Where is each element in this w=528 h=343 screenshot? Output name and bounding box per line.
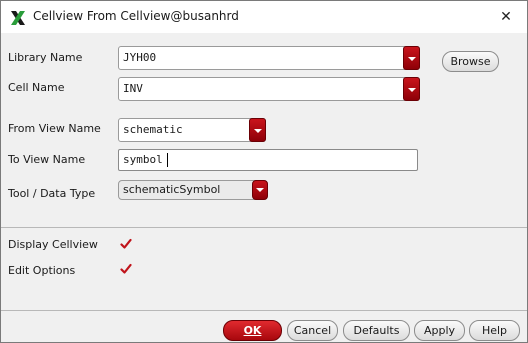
checkmark-icon — [120, 238, 132, 249]
title-bar: Cellview From Cellview@busanhrd ✕ — [1, 1, 527, 33]
edit-options-checkbox[interactable] — [120, 263, 132, 275]
defaults-button[interactable]: Defaults — [343, 320, 410, 341]
library-name-combo[interactable]: JYH00 — [118, 46, 420, 70]
text-caret — [167, 153, 168, 167]
display-cellview-label: Display Cellview — [8, 238, 98, 251]
help-button[interactable]: Help — [469, 320, 520, 341]
apply-button-label: Apply — [423, 324, 456, 337]
tool-data-type-label: Tool / Data Type — [8, 187, 96, 200]
browse-button[interactable]: Browse — [442, 51, 499, 72]
ok-button-label: OK — [243, 324, 262, 337]
display-cellview-checkbox[interactable] — [120, 238, 132, 250]
apply-button[interactable]: Apply — [414, 320, 465, 341]
cancel-button-label: Cancel — [293, 324, 332, 337]
from-view-name-combo[interactable]: schematic — [118, 118, 266, 142]
defaults-button-label: Defaults — [353, 324, 400, 337]
cell-name-value: INV — [123, 82, 143, 95]
edit-options-label: Edit Options — [8, 264, 76, 277]
dropdown-arrow-icon[interactable] — [403, 46, 420, 70]
window-title: Cellview From Cellview@busanhrd — [33, 9, 239, 23]
tool-data-type-combo[interactable]: schematicSymbol — [118, 180, 268, 200]
checkmark-icon — [120, 263, 132, 274]
dropdown-arrow-icon[interactable] — [403, 77, 420, 101]
section-divider — [1, 227, 527, 228]
help-button-label: Help — [481, 324, 508, 337]
library-name-label: Library Name — [8, 51, 83, 64]
to-view-name-input[interactable]: symbol — [118, 149, 418, 171]
dropdown-arrow-icon[interactable] — [249, 118, 266, 142]
footer-divider — [1, 310, 527, 311]
from-view-name-value: schematic — [123, 123, 183, 136]
cancel-button[interactable]: Cancel — [287, 320, 338, 341]
to-view-name-value: symbol — [123, 153, 163, 166]
from-view-name-label: From View Name — [8, 122, 101, 135]
dropdown-arrow-icon[interactable] — [252, 180, 268, 200]
ok-button[interactable]: OK — [223, 320, 282, 341]
dialog-window: Cellview From Cellview@busanhrd ✕ Librar… — [0, 0, 528, 343]
close-icon[interactable]: ✕ — [495, 7, 517, 27]
library-name-value: JYH00 — [123, 51, 157, 64]
tool-data-type-value: schematicSymbol — [123, 183, 221, 196]
to-view-name-label: To View Name — [8, 153, 86, 166]
cadence-x-icon — [9, 9, 27, 27]
cell-name-combo[interactable]: INV — [118, 77, 420, 101]
cell-name-label: Cell Name — [8, 81, 65, 94]
